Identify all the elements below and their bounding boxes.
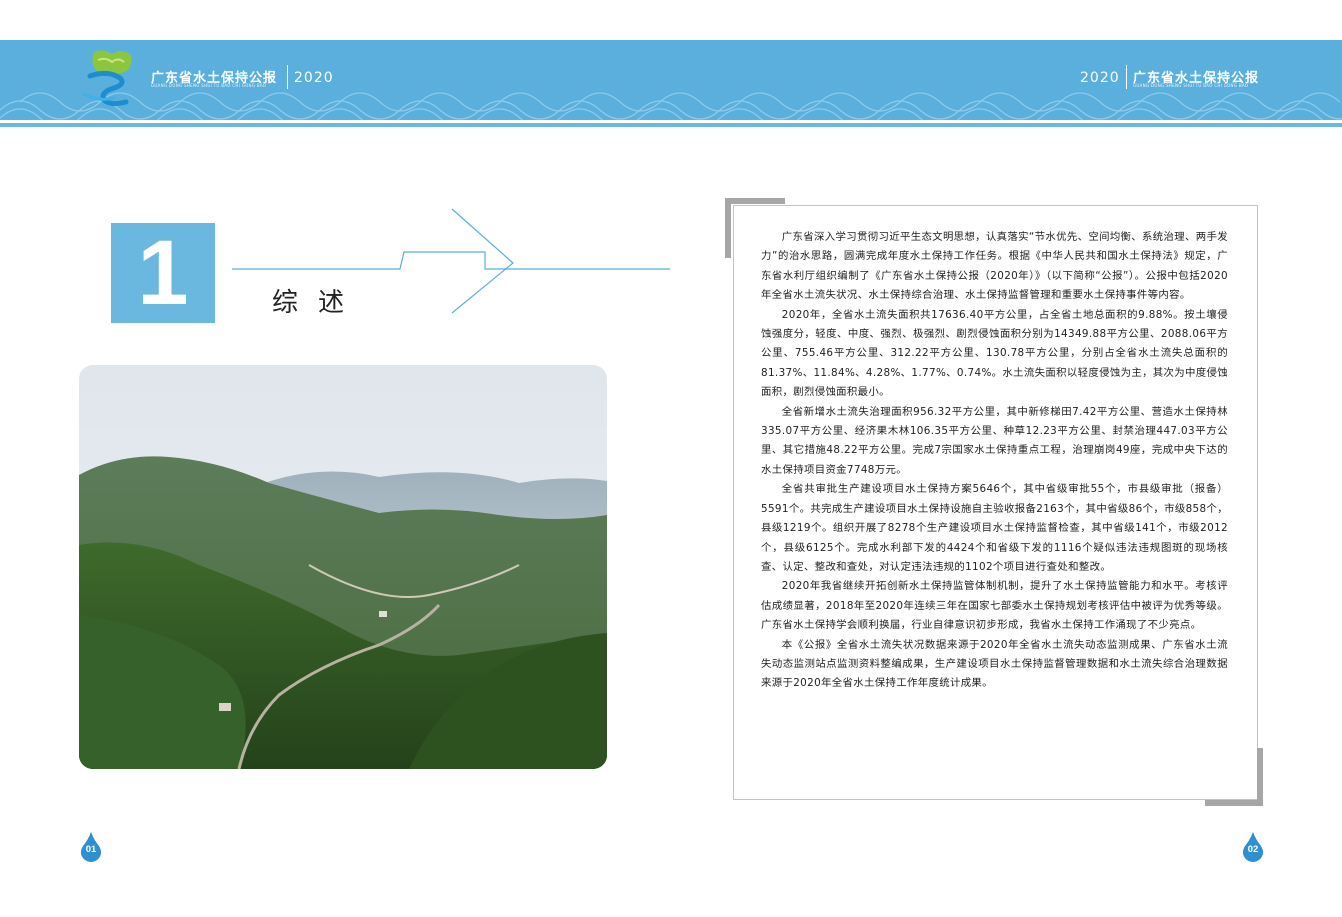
- chapter-number: 1: [137, 222, 189, 324]
- header-underline: [0, 123, 1342, 127]
- frame-corner-bottom-right: [1205, 800, 1263, 806]
- paragraph: 广东省深入学习贯彻习近平生态文明思想，认真落实“节水优先、空间均衡、系统治理、两…: [761, 231, 1228, 302]
- paragraph: 本《公报》全省水土流失状况数据来源于2020年全省水土流失动态监测成果、广东省水…: [761, 638, 1228, 690]
- header-left-separator: [287, 65, 288, 89]
- chapter-number-box: 1: [111, 223, 215, 323]
- header-right-subtitle: GUANG DONG SHENG SHUI TU BAO CHI GONG BA…: [1133, 83, 1249, 88]
- paragraph: 2020年我省继续开拓创新水土保持监管体制机制，提升了水土保持监管能力和水平。考…: [761, 580, 1228, 632]
- mountain-valley-icon: [79, 365, 607, 769]
- landscape-photo: [79, 365, 607, 769]
- frame-corner-bottom-right-vertical: [1257, 748, 1263, 806]
- page-number-left-label: 01: [85, 844, 97, 855]
- header-left-year: 2020: [294, 70, 334, 86]
- header-right-year: 2020: [1080, 70, 1120, 86]
- header-right-separator: [1126, 65, 1127, 89]
- page-number-left: 01: [80, 832, 102, 862]
- chapter-title: 综述: [272, 288, 365, 318]
- page-number-right-label: 02: [1247, 844, 1259, 855]
- paragraph: 全省共审批生产建设项目水土保持方案5646个，其中省级审批55个，市县级审批（报…: [761, 483, 1228, 573]
- header-left-subtitle: GUANG DONG SHENG SHUI TU BAO CHI GONG BA…: [151, 83, 267, 88]
- paragraph: 2020年，全省水土流失面积共17636.40平方公里，占全省土地总面积的9.8…: [761, 308, 1228, 399]
- guangdong-logo-icon: [82, 50, 132, 107]
- paragraph: 全省新增水土流失治理面积956.32平方公里，其中新修梯田7.42平方公里、营造…: [761, 405, 1228, 476]
- frame-corner-top-left: [725, 198, 785, 204]
- page-number-right: 02: [1242, 832, 1264, 862]
- frame-corner-top-left-vertical: [725, 198, 731, 258]
- summary-text: 广东省深入学习贯彻习近平生态文明思想，认真落实“节水优先、空间均衡、系统治理、两…: [761, 228, 1228, 694]
